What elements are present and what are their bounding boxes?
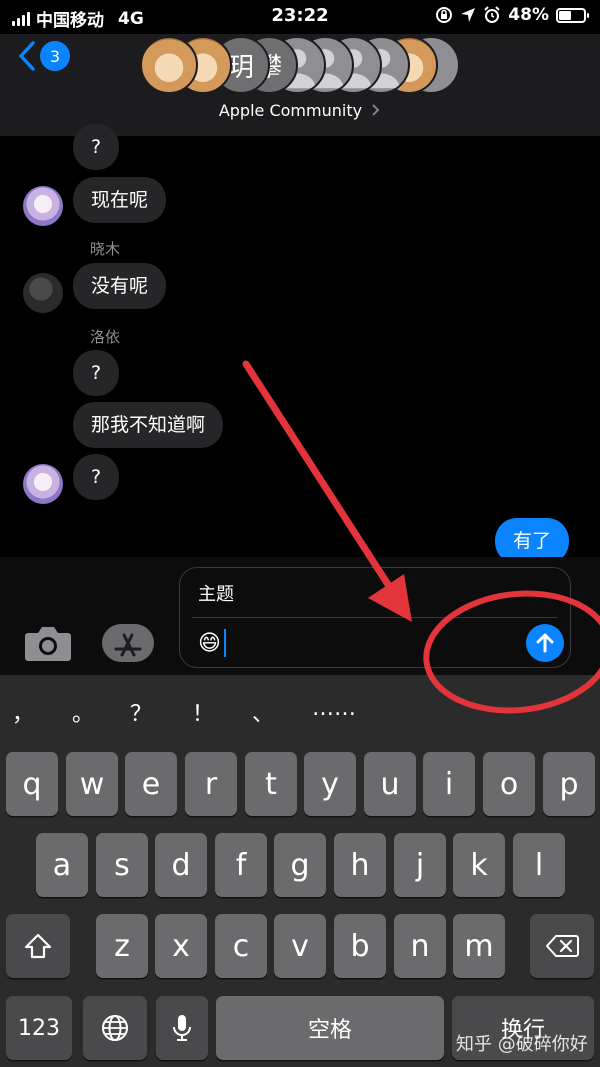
member-avatar (140, 36, 198, 94)
message-bubble[interactable]: ? (73, 124, 120, 170)
candidate-key[interactable]: ， (12, 696, 34, 728)
subject-field[interactable]: 主题 (198, 580, 234, 606)
globe-icon (102, 1015, 128, 1041)
send-button[interactable] (526, 624, 564, 662)
candidate-key[interactable]: ！ (192, 696, 214, 728)
message-bubble[interactable]: 没有呢 (73, 263, 167, 309)
message-bubble[interactable]: 现在呢 (73, 177, 167, 223)
sender-name: 晓木 (90, 240, 121, 258)
backspace-icon (546, 935, 579, 957)
key-g[interactable]: g (274, 833, 326, 897)
chevron-left-icon (19, 41, 35, 71)
space-key[interactable]: 空格 (216, 996, 444, 1060)
back-button[interactable]: 3 (18, 40, 70, 72)
key-f[interactable]: f (215, 833, 267, 897)
delete-key[interactable] (530, 914, 594, 978)
sender-avatar[interactable] (23, 273, 63, 313)
group-name[interactable]: Apple Community (0, 101, 600, 120)
key-v[interactable]: v (274, 914, 326, 978)
candidate-key[interactable]: ？ (130, 696, 152, 728)
shift-key[interactable] (6, 914, 70, 978)
arrow-up-icon (536, 633, 554, 653)
orientation-lock-icon (436, 7, 453, 23)
text-cursor (223, 629, 226, 657)
unread-badge: 3 (40, 41, 70, 71)
app-store-icon (114, 633, 142, 657)
battery-icon (556, 7, 589, 23)
app-store-button[interactable] (102, 624, 154, 662)
microphone-icon (173, 1015, 191, 1041)
key-r[interactable]: r (185, 752, 237, 816)
key-m[interactable]: m (453, 914, 505, 978)
location-icon (461, 8, 476, 22)
numbers-key[interactable]: 123 (6, 996, 72, 1060)
key-l[interactable]: l (513, 833, 565, 897)
sender-avatar[interactable] (23, 186, 63, 226)
alarm-icon (484, 6, 501, 23)
key-h[interactable]: h (334, 833, 386, 897)
key-y[interactable]: y (304, 752, 356, 816)
conversation-header: 3 攀 玥 Apple Community (0, 34, 600, 136)
message-bubble[interactable]: ? (73, 454, 120, 500)
sender-avatar[interactable] (23, 464, 63, 504)
candidate-key[interactable]: 、 (252, 696, 274, 728)
sender-name: 洛依 (90, 328, 121, 346)
dictation-key[interactable] (156, 996, 208, 1060)
message-bubble[interactable]: ? (73, 350, 120, 396)
key-u[interactable]: u (364, 752, 416, 816)
key-c[interactable]: c (215, 914, 267, 978)
battery-percent: 48% (508, 5, 549, 25)
key-s[interactable]: s (96, 833, 148, 897)
key-w[interactable]: w (66, 752, 118, 816)
key-q[interactable]: q (6, 752, 58, 816)
key-a[interactable]: a (36, 833, 88, 897)
candidate-key[interactable]: 。 (72, 696, 94, 728)
candidate-key[interactable]: …… (312, 696, 356, 721)
key-e[interactable]: e (125, 752, 177, 816)
key-d[interactable]: d (155, 833, 207, 897)
message-body-field[interactable]: 😄 (198, 629, 226, 657)
key-p[interactable]: p (543, 752, 595, 816)
key-i[interactable]: i (423, 752, 475, 816)
globe-key[interactable] (83, 996, 147, 1060)
key-x[interactable]: x (155, 914, 207, 978)
message-input[interactable]: 主题 😄 (179, 567, 571, 668)
status-bar: 中国移动 4G 23:22 48% (0, 0, 600, 34)
key-b[interactable]: b (334, 914, 386, 978)
key-j[interactable]: j (394, 833, 446, 897)
chevron-right-icon (372, 104, 380, 116)
key-t[interactable]: t (245, 752, 297, 816)
key-k[interactable]: k (453, 833, 505, 897)
watermark: 知乎 @破碎你好 (456, 1034, 588, 1055)
camera-icon[interactable] (24, 624, 72, 662)
shift-icon (24, 933, 52, 959)
message-bubble[interactable]: 那我不知道啊 (73, 402, 224, 448)
input-divider (192, 617, 558, 618)
key-n[interactable]: n (394, 914, 446, 978)
key-o[interactable]: o (483, 752, 535, 816)
key-z[interactable]: z (96, 914, 148, 978)
